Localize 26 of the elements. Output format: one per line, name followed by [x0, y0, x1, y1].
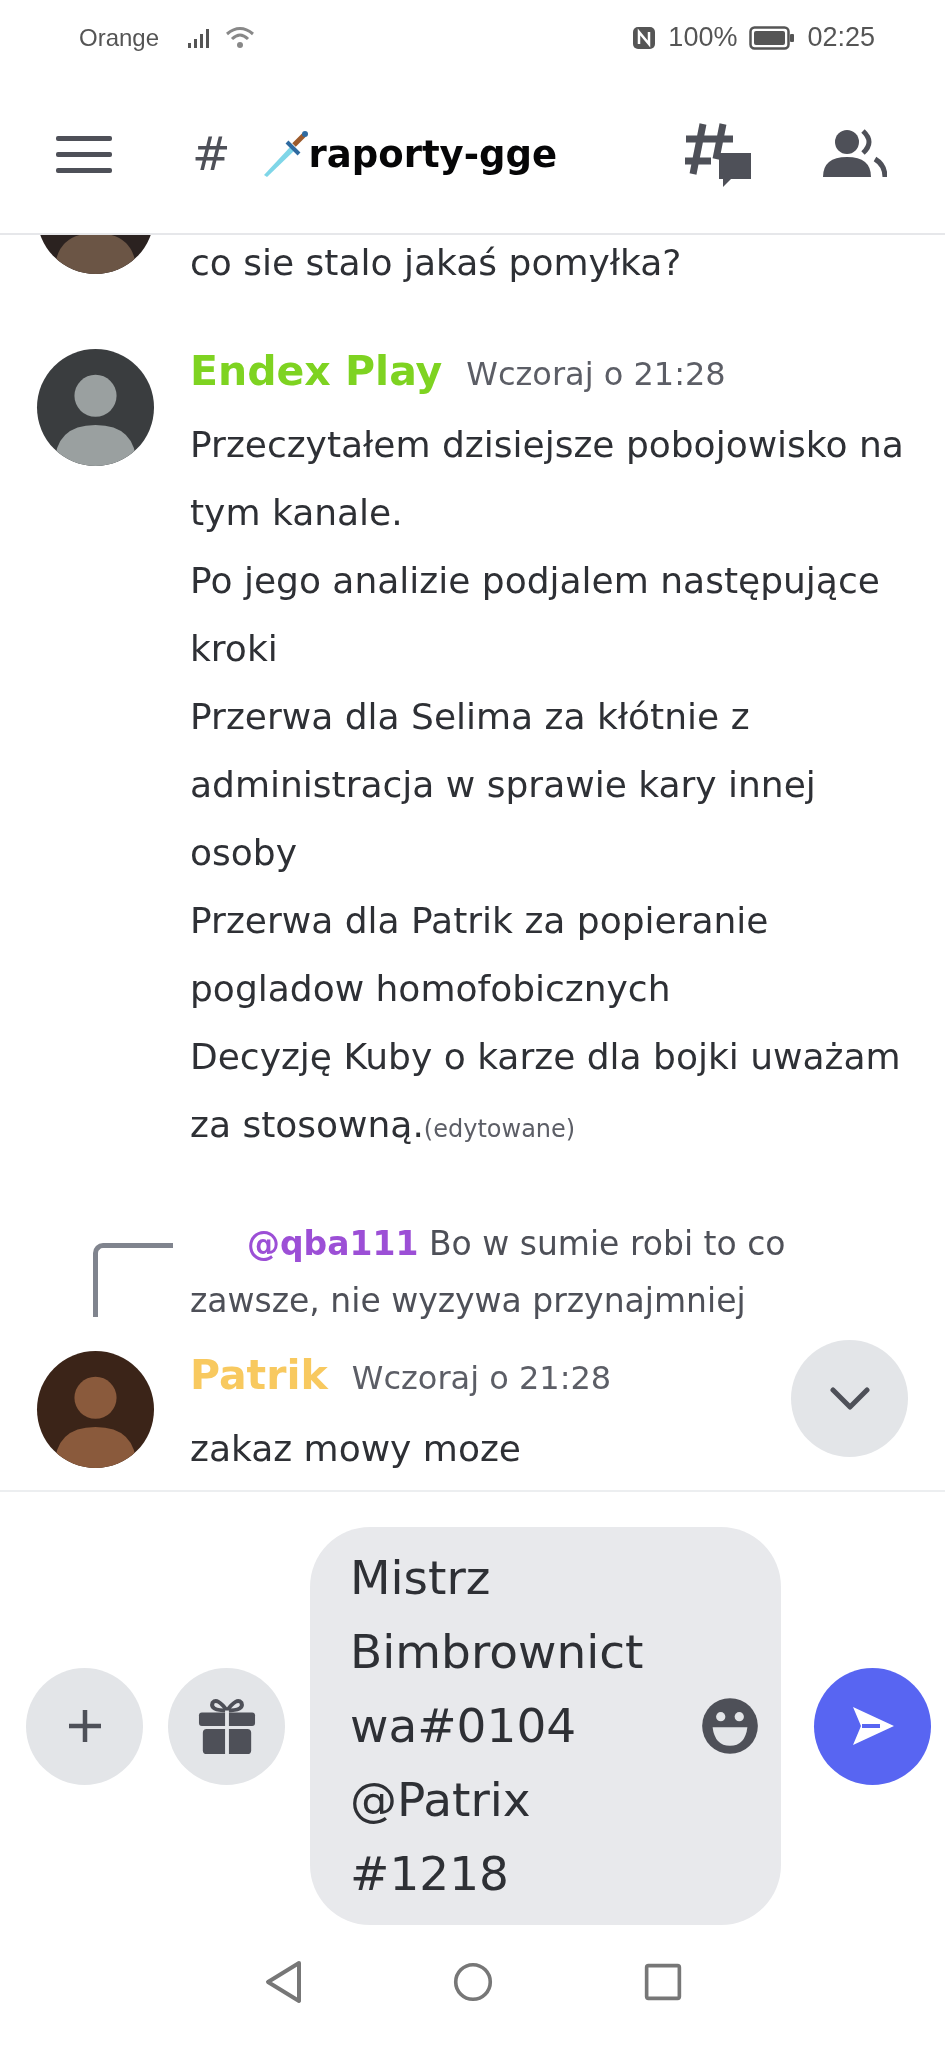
- carrier-name: Orange: [79, 23, 160, 52]
- channel-hash: #: [192, 127, 231, 181]
- clock: 02:25: [807, 22, 875, 53]
- message-text: Po jego analizie podjalem następujące kroki: [190, 559, 881, 671]
- message-text: Decyzję Kuby o karze dla bojki uważam za stosowną.(edytowane): [190, 1035, 902, 1147]
- message-text: Przeczytałem dzisiejsze pobojowisko na tym kanale.: [190, 423, 905, 535]
- timestamp: Wczoraj o 21:28: [466, 355, 726, 393]
- chevron-down-icon: [829, 1386, 870, 1411]
- message-input[interactable]: Mistrz Bimbrownictwa#0104 @Patrix #1218: [310, 1527, 781, 1925]
- timestamp: Wczoraj o 21:28: [351, 1359, 612, 1397]
- channel-name: raporty-gge: [308, 132, 558, 176]
- gift-icon: [197, 1697, 256, 1755]
- home-icon[interactable]: [452, 1960, 493, 2004]
- message-text: co sie stalo jakaś pomyłka?: [190, 241, 683, 285]
- message-text: zakaz mowy moze: [190, 1427, 522, 1471]
- edited-label: (edytowane): [423, 1115, 576, 1143]
- battery-icon: [749, 25, 796, 50]
- members-icon[interactable]: [823, 129, 887, 179]
- wifi-icon: [225, 25, 256, 50]
- nfc-icon: [632, 25, 657, 50]
- menu-icon[interactable]: [56, 134, 112, 174]
- message-text: Przerwa dla Patrik za popieranie pogladow homofobicznych: [190, 899, 770, 1011]
- reply-preview[interactable]: @qba111 Bo w sumie robi to co zawsze, nie wyzywa przynajmniej: [190, 1215, 790, 1329]
- message-text: Przerwa dla Selima za kłótnie z administracja w sprawie kary innej osoby: [190, 695, 817, 875]
- emoji-icon[interactable]: [701, 1697, 759, 1755]
- battery-percent: 100%: [668, 22, 738, 53]
